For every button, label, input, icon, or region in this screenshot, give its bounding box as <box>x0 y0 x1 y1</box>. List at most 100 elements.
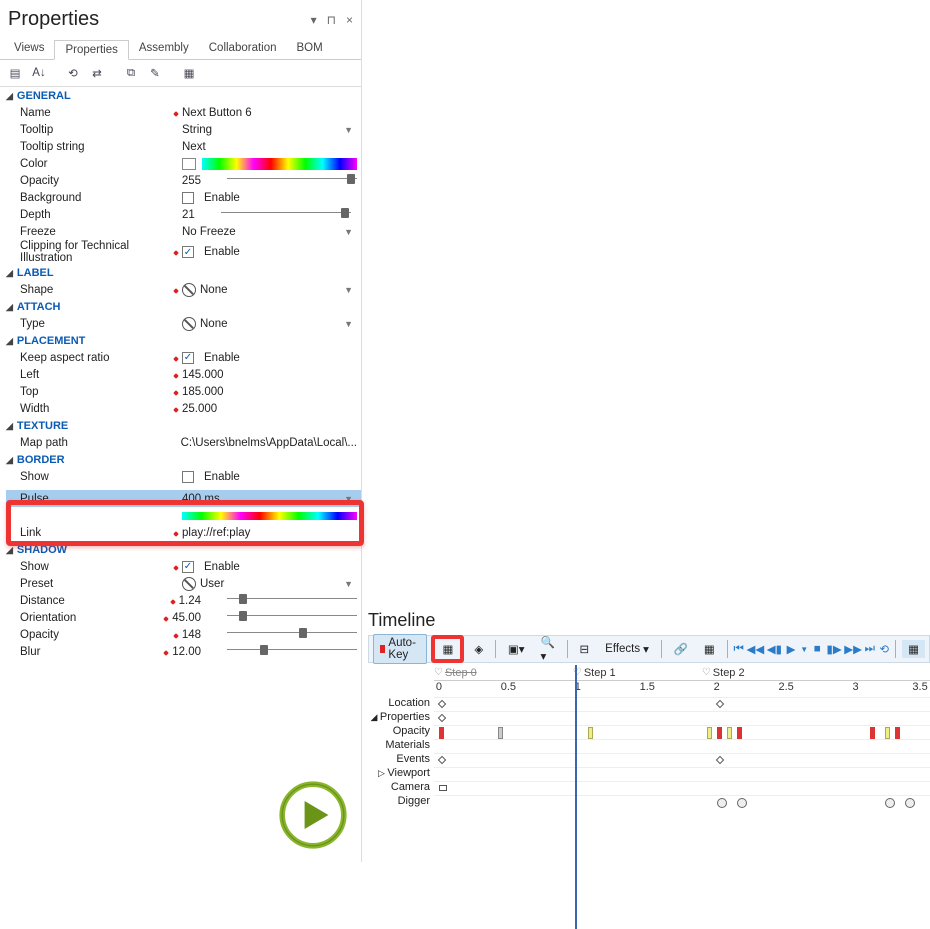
shape-dropdown[interactable]: None▼ <box>182 283 357 297</box>
clipping-label: Clipping for Technical Illustration <box>20 240 182 264</box>
play-button[interactable] <box>278 780 348 850</box>
keep-aspect-checkbox[interactable]: ✓ <box>182 352 194 364</box>
opacity-slider[interactable] <box>227 178 357 184</box>
snap-button[interactable]: ⊟ <box>574 640 596 658</box>
distance-slider[interactable] <box>227 598 357 604</box>
section-header-general[interactable]: ◢GENERAL <box>6 88 361 104</box>
sort-az-icon[interactable]: A↓ <box>30 64 48 82</box>
timeline-options-button[interactable]: ▦ <box>902 640 925 658</box>
map-path-label: Map path <box>20 437 181 449</box>
view-settings-button[interactable]: ▦ <box>698 640 721 658</box>
blur-value[interactable]: 12.00 <box>172 646 201 658</box>
link-button[interactable]: 🔗 <box>668 640 694 658</box>
grid-icon[interactable]: ▦ <box>180 64 198 82</box>
row-camera <box>434 781 930 795</box>
pin-icon[interactable]: ⊓ <box>327 13 336 27</box>
left-value[interactable]: 145.000 <box>182 369 224 381</box>
shadow-opacity-value[interactable]: 148 <box>182 629 201 641</box>
tab-views[interactable]: Views <box>4 39 54 59</box>
refresh-icon[interactable]: ⟲ <box>64 64 82 82</box>
section-event: ◢EVENT Pulse400 ms▼ Linkplay://ref:play <box>0 485 361 541</box>
blur-slider[interactable] <box>227 649 357 655</box>
track-viewport[interactable]: ▷ Viewport <box>368 767 434 781</box>
top-value[interactable]: 185.000 <box>182 386 224 398</box>
none-icon <box>182 283 196 297</box>
track-materials[interactable]: Materials <box>368 739 434 753</box>
tooltip-label: Tooltip <box>20 124 182 136</box>
depth-value[interactable]: 21 <box>182 209 195 221</box>
tooltip-dropdown[interactable]: String▼ <box>182 124 357 136</box>
add-key-button[interactable]: ◈ <box>468 640 489 658</box>
track-properties[interactable]: ◢ Properties <box>368 711 434 725</box>
background-checkbox[interactable] <box>182 192 194 204</box>
link-value[interactable]: play://ref:play <box>182 527 250 539</box>
go-start-icon[interactable]: ⏮ <box>733 642 743 657</box>
key-settings-button[interactable]: ▦ <box>436 640 459 658</box>
section-header-texture[interactable]: ◢TEXTURE <box>6 418 361 434</box>
track-camera[interactable]: Camera <box>368 781 434 795</box>
row-events <box>434 753 930 767</box>
name-value[interactable]: Next Button 6 <box>182 107 252 119</box>
preset-dropdown[interactable]: User▼ <box>182 577 357 591</box>
section-header-border[interactable]: ◢BORDER <box>6 452 361 468</box>
distance-value[interactable]: 1.24 <box>179 595 201 607</box>
color-label: Color <box>20 158 182 170</box>
border-show-checkbox[interactable] <box>182 471 194 483</box>
clipping-checkbox[interactable]: ✓ <box>182 246 194 258</box>
tab-assembly[interactable]: Assembly <box>129 39 199 59</box>
timeline-panel: Timeline Auto-Key ▦ ◈ ▣▾ 🔍▾ ⊟ Effects ▾ … <box>368 608 930 858</box>
close-icon[interactable]: × <box>346 13 353 27</box>
go-end-icon[interactable]: ⏭ <box>865 642 875 657</box>
categorize-icon[interactable]: ▤ <box>6 64 24 82</box>
effects-button[interactable]: Effects ▾ <box>599 640 655 658</box>
section-header-attach[interactable]: ◢ATTACH <box>6 299 361 315</box>
next-frame-icon[interactable]: ▮▶ <box>827 642 842 657</box>
section-header-label[interactable]: ◢LABEL <box>6 265 361 281</box>
auto-key-button[interactable]: Auto-Key <box>373 634 427 664</box>
timeline-ruler[interactable]: 0 0.5 1 1.5 2 2.5 3 3.5 <box>434 681 930 697</box>
tooltip-string-value[interactable]: Next <box>182 141 206 153</box>
prev-frame-icon[interactable]: ◀▮ <box>767 642 782 657</box>
map-path-value[interactable]: C:\Users\bnelms\AppData\Local\... <box>181 437 357 449</box>
edit-icon[interactable]: ✎ <box>146 64 164 82</box>
pulse-dropdown[interactable]: 400 ms▼ <box>182 493 357 505</box>
timeline-body: Location ◢ Properties Opacity Materials … <box>368 665 930 809</box>
camera-key-button[interactable]: ▣▾ <box>502 640 531 658</box>
color-swatch[interactable] <box>182 158 196 170</box>
shadow-opacity-slider[interactable] <box>227 632 357 638</box>
type-dropdown[interactable]: None▼ <box>182 317 357 331</box>
depth-slider[interactable] <box>221 212 351 218</box>
timeline-track-area[interactable]: ♡Step 0 ♡Step 1 ♡Step 2 0 0.5 1 1.5 2 2.… <box>434 665 930 809</box>
orientation-slider[interactable] <box>227 615 357 621</box>
depth-label: Depth <box>20 209 182 221</box>
playhead[interactable] <box>575 665 577 929</box>
section-header-placement[interactable]: ◢PLACEMENT <box>6 333 361 349</box>
track-opacity[interactable]: Opacity <box>368 725 434 739</box>
next-key-icon[interactable]: ▶▶ <box>846 642 861 657</box>
track-digger[interactable]: Digger <box>368 795 434 809</box>
dropdown-icon[interactable]: ▾ <box>311 13 317 27</box>
track-location[interactable]: Location <box>368 697 434 711</box>
tab-collaboration[interactable]: Collaboration <box>199 39 287 59</box>
stop-icon[interactable]: ■ <box>812 642 822 657</box>
freeze-dropdown[interactable]: No Freeze▼ <box>182 226 357 238</box>
locate-button[interactable]: 🔍▾ <box>535 633 561 665</box>
track-events[interactable]: Events <box>368 753 434 767</box>
section-header-shadow[interactable]: ◢SHADOW <box>6 542 361 558</box>
opacity-value[interactable]: 255 <box>182 175 201 187</box>
prev-key-icon[interactable]: ◀◀ <box>748 642 763 657</box>
width-value[interactable]: 25.000 <box>182 403 217 415</box>
section-border: ◢BORDER ShowEnable <box>0 451 361 485</box>
orientation-value[interactable]: 45.00 <box>172 612 201 624</box>
shadow-show-label: Show <box>20 561 182 573</box>
color-spectrum[interactable] <box>202 158 357 170</box>
copy-icon[interactable]: ⧉ <box>122 64 140 82</box>
play-dropdown-icon[interactable]: ▼ <box>800 645 808 654</box>
sync-icon[interactable]: ⇄ <box>88 64 106 82</box>
shadow-show-checkbox[interactable]: ✓ <box>182 561 194 573</box>
row-properties <box>434 711 930 725</box>
tab-bom[interactable]: BOM <box>287 39 333 59</box>
tab-properties[interactable]: Properties <box>54 40 128 60</box>
play-icon[interactable]: ▶ <box>786 642 796 657</box>
loop-icon[interactable]: ⟲ <box>879 642 889 657</box>
